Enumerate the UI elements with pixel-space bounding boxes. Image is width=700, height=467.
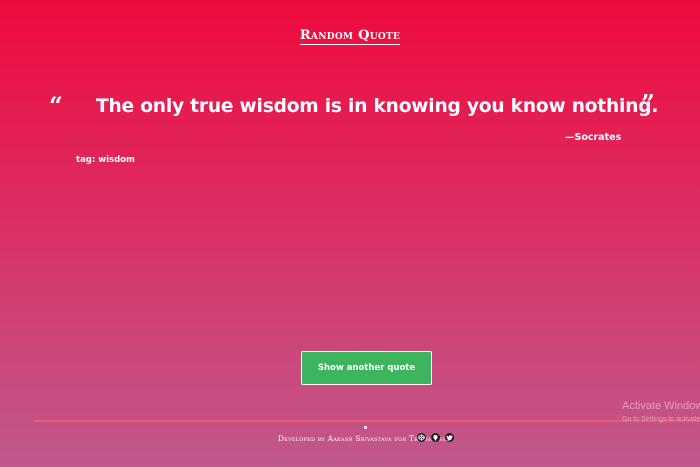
show-another-quote-button[interactable]: Show another quote [301,351,432,385]
quote-author: —Socrates [565,132,622,143]
watermark-subtitle: Go to Settings to activate Windows. [622,416,700,423]
watermark-title: Activate Windows [622,400,700,412]
app-header: Random Quote [0,24,700,45]
footer-social-links [417,433,454,442]
windows-activation-watermark: Activate Windows Go to Settings to activ… [622,400,700,425]
quote-text: The only true wisdom is in knowing you k… [96,96,659,117]
footer-divider [34,420,700,422]
footer-dot [364,426,367,429]
codepen-icon[interactable] [417,433,426,442]
app-title-link[interactable]: Random Quote [299,28,401,45]
open-quote-icon: “ [49,91,63,120]
quote-tag: tag: wisdom [76,155,135,165]
github-icon[interactable] [431,433,440,442]
close-quote-icon: ” [641,89,655,118]
twitter-icon[interactable] [445,433,454,442]
